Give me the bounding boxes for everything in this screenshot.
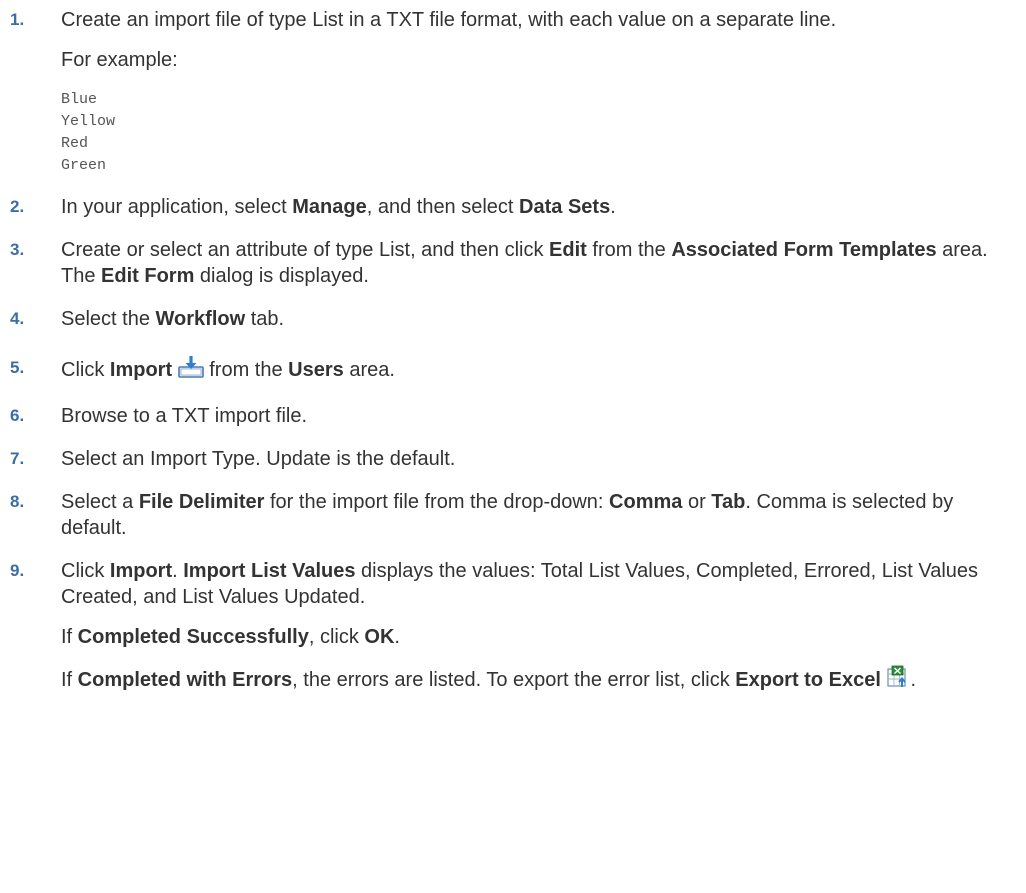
text-run: , click bbox=[308, 626, 365, 648]
document-page: 1. Create an import file of type List in… bbox=[0, 0, 1026, 893]
text-run: from the bbox=[586, 239, 672, 261]
step-number: 6. bbox=[10, 406, 25, 425]
text-run: area. bbox=[343, 359, 395, 381]
ui-term-comma: Comma bbox=[609, 491, 683, 513]
import-icon bbox=[177, 355, 204, 386]
text-run: Create or select an attribute of type Li… bbox=[61, 239, 550, 261]
step-number: 9. bbox=[10, 561, 25, 580]
procedure-steps: 1. Create an import file of type List in… bbox=[0, 7, 1026, 699]
step-text: Select the Workflow tab. bbox=[61, 306, 1016, 332]
text-run: . bbox=[610, 196, 616, 218]
step-number: 3. bbox=[10, 240, 25, 259]
export-to-excel-icon bbox=[886, 665, 910, 699]
step-5: 5. Click Import from the Users area. bbox=[0, 349, 1026, 386]
text-run: . bbox=[394, 626, 400, 648]
text-run: Select the bbox=[61, 308, 156, 330]
text-run: Click bbox=[61, 359, 110, 381]
ui-term-ok: OK bbox=[364, 626, 395, 648]
step-number: 1. bbox=[10, 10, 25, 29]
ui-term-import-list-values: Import List Values bbox=[183, 560, 356, 582]
text-run: If bbox=[61, 669, 78, 691]
ui-term-workflow: Workflow bbox=[155, 308, 246, 330]
step-7: 7. Select an Import Type. Update is the … bbox=[0, 446, 1026, 472]
text-run: Select a bbox=[61, 491, 139, 513]
text-run: dialog is displayed. bbox=[194, 265, 369, 287]
text-run: If bbox=[61, 626, 78, 648]
step-8: 8. Select a File Delimiter for the impor… bbox=[0, 489, 1026, 541]
code-line: Blue bbox=[61, 91, 98, 108]
text-run: or bbox=[682, 491, 712, 513]
text-run: . bbox=[172, 560, 184, 582]
ui-term-edit-form: Edit Form bbox=[101, 265, 195, 287]
text-run: Click bbox=[61, 560, 110, 582]
text-run: from the bbox=[203, 359, 289, 381]
ui-term-data-sets: Data Sets bbox=[519, 196, 611, 218]
ui-term-tab: Tab bbox=[711, 491, 746, 513]
text-run: tab. bbox=[245, 308, 285, 330]
step-number: 2. bbox=[10, 197, 25, 216]
ui-term-manage: Manage bbox=[292, 196, 367, 218]
step-text: Create an import file of type List in a … bbox=[61, 9, 837, 31]
text-run: In your application, select bbox=[61, 196, 293, 218]
code-line: Yellow bbox=[61, 113, 116, 130]
ui-term-associated-form-templates: Associated Form Templates bbox=[671, 239, 937, 261]
step-text: In your application, select Manage, and … bbox=[61, 194, 1016, 220]
code-example: Blue Yellow Red Green bbox=[61, 89, 1016, 177]
step-text: Select an Import Type. Update is the def… bbox=[61, 448, 456, 470]
step-text: Click Import from the Users area. bbox=[61, 355, 1016, 386]
code-line: Red bbox=[61, 135, 89, 152]
ui-term-import: Import bbox=[109, 560, 173, 582]
step-number: 8. bbox=[10, 492, 25, 511]
step-text: Click Import. Import List Values display… bbox=[61, 558, 1016, 610]
step-number: 5. bbox=[10, 358, 25, 377]
ui-term-export-to-excel: Export to Excel bbox=[735, 669, 881, 691]
ui-term-users: Users bbox=[288, 359, 344, 381]
example-label: For example: bbox=[61, 49, 178, 71]
step-3: 3. Create or select an attribute of type… bbox=[0, 237, 1026, 289]
ui-term-completed-successfully: Completed Successfully bbox=[77, 626, 309, 648]
step-number: 4. bbox=[10, 309, 25, 328]
step-2: 2. In your application, select Manage, a… bbox=[0, 194, 1026, 220]
step-text: Create or select an attribute of type Li… bbox=[61, 237, 1016, 289]
code-line: Green bbox=[61, 157, 107, 174]
ui-term-import: Import bbox=[109, 359, 173, 381]
step-6: 6. Browse to a TXT import file. bbox=[0, 403, 1026, 429]
step-9: 9. Click Import. Import List Values disp… bbox=[0, 558, 1026, 699]
step-1: 1. Create an import file of type List in… bbox=[0, 7, 1026, 177]
text-run: . bbox=[910, 669, 917, 691]
step-text: Browse to a TXT import file. bbox=[61, 405, 308, 427]
result-errors-text: If Completed with Errors, the errors are… bbox=[61, 664, 1016, 699]
ui-term-edit: Edit bbox=[549, 239, 587, 261]
ui-term-completed-with-errors: Completed with Errors bbox=[77, 669, 293, 691]
step-number: 7. bbox=[10, 449, 25, 468]
step-4: 4. Select the Workflow tab. bbox=[0, 306, 1026, 332]
result-success-text: If Completed Successfully, click OK. bbox=[61, 624, 1016, 650]
text-run: , and then select bbox=[366, 196, 520, 218]
step-text: Select a File Delimiter for the import f… bbox=[61, 489, 1016, 541]
text-run: , the errors are listed. To export the e… bbox=[292, 669, 736, 691]
ui-term-file-delimiter: File Delimiter bbox=[138, 491, 265, 513]
text-run: for the import file from the drop-down: bbox=[264, 491, 610, 513]
